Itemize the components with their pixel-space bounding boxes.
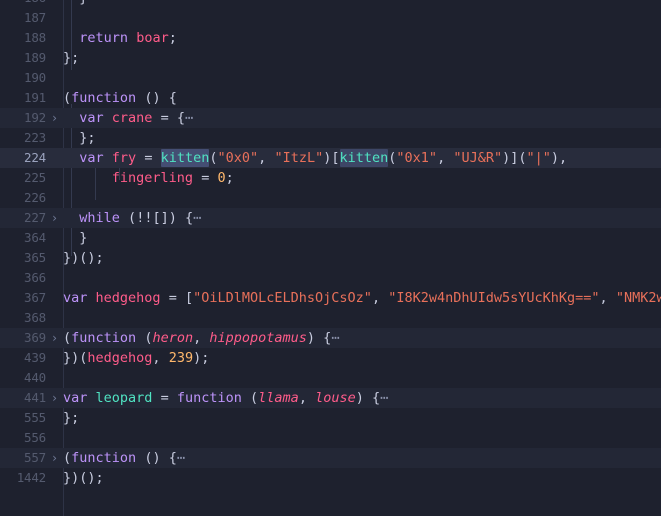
line-number: 367 [24, 290, 46, 305]
code-line[interactable]: 186 } [0, 0, 661, 8]
line-content: }; [63, 410, 80, 426]
line-number: 225 [24, 170, 46, 185]
code-line[interactable]: 439 })(hedgehog, 239); [0, 348, 661, 368]
code-line[interactable]: 189 }; [0, 48, 661, 68]
code-line-folded[interactable]: 441 › var leopard = function (llama, lou… [0, 388, 661, 408]
line-content: fingerling = 0; [111, 170, 234, 186]
line-number: 369 [24, 330, 46, 345]
line-number: 223 [24, 130, 46, 145]
code-line-folded[interactable]: 557 › (function () {⋯ [0, 448, 661, 468]
code-line[interactable]: 440 [0, 368, 661, 388]
line-content: var leopard = function (llama, louse) {⋯ [63, 390, 389, 406]
chevron-right-icon[interactable]: › [46, 388, 63, 408]
line-content: })(); [63, 250, 104, 266]
code-line[interactable]: 556 [0, 428, 661, 448]
line-content: (function () {⋯ [63, 450, 185, 466]
line-content: })(); [63, 470, 104, 486]
line-content: return boar; [79, 30, 177, 46]
code-line[interactable]: 226 [0, 188, 661, 208]
line-number: 227 [24, 210, 46, 225]
code-line-folded[interactable]: 369 › (function (heron, hippopotamus) {⋯ [0, 328, 661, 348]
line-number: 557 [24, 450, 46, 465]
line-number: 190 [24, 70, 46, 85]
line-content: } [63, 230, 88, 246]
code-line[interactable]: 223 }; [0, 128, 661, 148]
selected-word-occurrence-2: kitten [339, 149, 389, 167]
line-number: 1442 [16, 470, 47, 485]
code-line[interactable]: 365 })(); [0, 248, 661, 268]
code-line[interactable]: 555 }; [0, 408, 661, 428]
line-number: 555 [24, 410, 46, 425]
code-line-active[interactable]: 224 var fry = kitten("0x0", "ItzL")[kitt… [0, 148, 661, 168]
chevron-right-icon[interactable]: › [46, 108, 63, 128]
line-content: while (!![]) {⋯ [79, 210, 202, 226]
chevron-right-icon[interactable]: › [46, 448, 63, 468]
code-line[interactable]: 188 return boar; [0, 28, 661, 48]
code-line[interactable]: 225 fingerling = 0; [0, 168, 661, 188]
line-number: 188 [24, 30, 46, 45]
line-content: var fry = kitten("0x0", "ItzL")[kitten("… [79, 149, 568, 167]
code-editor[interactable]: 186 } 187 188 return boar; 189 }; 190 19… [0, 0, 661, 516]
code-line[interactable]: 1442 })(); [0, 468, 661, 488]
line-number-active: 224 [24, 150, 46, 165]
chevron-right-icon[interactable]: › [46, 328, 63, 348]
line-number: 226 [24, 190, 46, 205]
line-number: 192 [24, 110, 46, 125]
line-content: (function () { [63, 90, 177, 106]
code-line[interactable]: 368 [0, 308, 661, 328]
code-line-folded[interactable]: 192 › var crane = {⋯ [0, 108, 661, 128]
code-line[interactable]: 366 [0, 268, 661, 288]
line-number: 187 [24, 10, 46, 25]
line-number: 191 [24, 90, 46, 105]
line-content: }; [63, 130, 96, 146]
code-line[interactable]: 187 [0, 8, 661, 28]
line-number: 439 [24, 350, 46, 365]
line-content: (function (heron, hippopotamus) {⋯ [63, 330, 340, 346]
line-content: }; [63, 50, 80, 66]
code-line[interactable]: 191 (function () { [0, 88, 661, 108]
line-number: 556 [24, 430, 46, 445]
code-line[interactable]: 364 } [0, 228, 661, 248]
line-content: var crane = {⋯ [79, 110, 194, 126]
line-number: 440 [24, 370, 46, 385]
selected-word-occurrence-1: kitten [160, 149, 210, 167]
line-number: 364 [24, 230, 46, 245]
code-line-folded[interactable]: 227 › while (!![]) {⋯ [0, 208, 661, 228]
line-content: var hedgehog = ["OiLDlMOLcELDhsOjCsOz", … [63, 290, 661, 306]
line-number: 368 [24, 310, 46, 325]
line-content: })(hedgehog, 239); [63, 350, 210, 366]
line-number: 189 [24, 50, 46, 65]
line-number: 441 [24, 390, 46, 405]
line-number: 365 [24, 250, 46, 265]
code-line[interactable]: 367 var hedgehog = ["OiLDlMOLcELDhsOjCsO… [0, 288, 661, 308]
code-line[interactable]: 190 [0, 68, 661, 88]
chevron-right-icon[interactable]: › [46, 208, 63, 228]
line-number: 366 [24, 270, 46, 285]
